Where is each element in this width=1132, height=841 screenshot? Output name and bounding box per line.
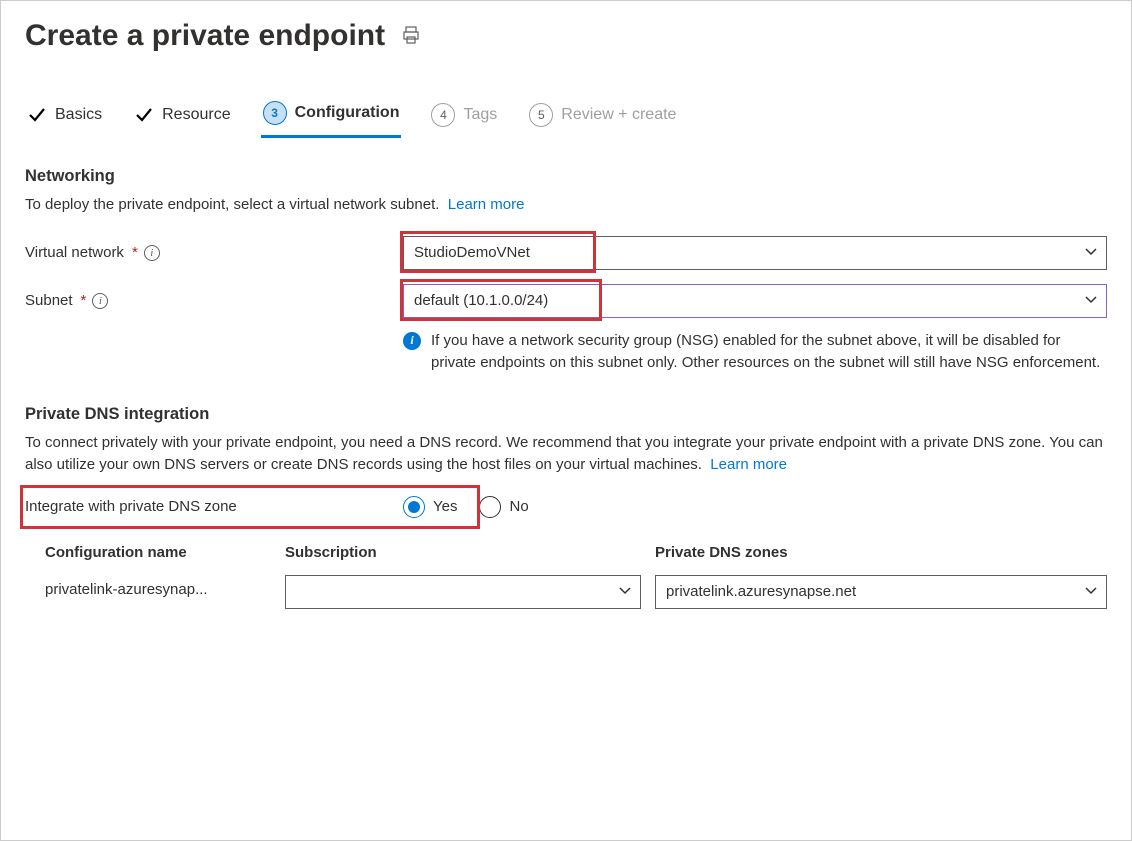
wizard-tabs: Basics Resource 3 Configuration 4 Tags 5… (25, 95, 1107, 139)
col-configuration-name: Configuration name (45, 544, 281, 575)
nsg-info-note: i If you have a network security group (… (403, 330, 1107, 374)
step-num-3: 3 (263, 101, 287, 125)
step-num-4: 4 (431, 103, 455, 127)
section-dns-title: Private DNS integration (25, 405, 1107, 424)
col-private-dns-zones: Private DNS zones (655, 544, 1107, 575)
networking-learn-more-link[interactable]: Learn more (448, 196, 525, 213)
radio-yes[interactable]: Yes (403, 496, 457, 518)
header: Create a private endpoint (25, 19, 1107, 53)
step-num-5: 5 (529, 103, 553, 127)
tab-configuration[interactable]: 3 Configuration (261, 95, 402, 138)
select-subnet[interactable]: default (10.1.0.0/24) (403, 284, 1107, 318)
section-dns-desc: To connect privately with your private e… (25, 432, 1107, 476)
dns-config-table: Configuration name Subscription Private … (25, 544, 1107, 609)
required-asterisk: * (132, 244, 138, 261)
row-nsg-note: i If you have a network security group (… (25, 324, 1107, 374)
tab-review-create[interactable]: 5 Review + create (527, 97, 678, 137)
required-asterisk: * (81, 292, 87, 309)
row-subnet: Subnet * i default (10.1.0.0/24) (25, 284, 1107, 318)
tab-resource[interactable]: Resource (132, 99, 232, 135)
tab-basics-label: Basics (55, 106, 102, 124)
print-icon[interactable] (401, 25, 421, 48)
row-virtual-network: Virtual network * i StudioDemoVNet (25, 236, 1107, 270)
label-virtual-network: Virtual network * i (25, 244, 403, 261)
select-private-dns-zone-value: privatelink.azuresynapse.net (666, 583, 856, 600)
select-private-dns-zone[interactable]: privatelink.azuresynapse.net (655, 575, 1107, 609)
select-virtual-network-value: StudioDemoVNet (414, 244, 530, 261)
tab-tags-label: Tags (463, 106, 497, 124)
row-integrate-dns: Integrate with private DNS zone Yes No (25, 496, 1107, 518)
select-subscription[interactable] (285, 575, 641, 609)
radio-yes-label: Yes (433, 498, 457, 515)
tab-resource-label: Resource (162, 106, 230, 124)
tab-basics[interactable]: Basics (25, 99, 104, 135)
tab-configuration-label: Configuration (295, 104, 400, 122)
section-networking-desc: To deploy the private endpoint, select a… (25, 194, 1107, 216)
chevron-down-icon (1084, 244, 1098, 262)
nsg-note-text: If you have a network security group (NS… (431, 330, 1107, 374)
info-icon[interactable]: i (144, 245, 160, 261)
page-title: Create a private endpoint (25, 19, 385, 53)
info-icon: i (403, 332, 421, 350)
radio-no-label: No (509, 498, 528, 515)
dns-table-row: privatelink-azuresynap... privatelink.az… (45, 575, 1107, 609)
select-virtual-network[interactable]: StudioDemoVNet (403, 236, 1107, 270)
label-integrate-dns: Integrate with private DNS zone (25, 498, 403, 515)
tab-tags[interactable]: 4 Tags (429, 97, 499, 137)
select-subnet-value: default (10.1.0.0/24) (414, 292, 548, 309)
page-root: Create a private endpoint Basics Resourc… (0, 0, 1132, 841)
dns-learn-more-link[interactable]: Learn more (710, 456, 787, 473)
tab-review-label: Review + create (561, 106, 676, 124)
info-icon[interactable]: i (92, 293, 108, 309)
section-networking-title: Networking (25, 167, 1107, 186)
chevron-down-icon (618, 583, 632, 601)
chevron-down-icon (1084, 583, 1098, 601)
chevron-down-icon (1084, 292, 1098, 310)
dns-table-header: Configuration name Subscription Private … (45, 544, 1107, 575)
label-subnet: Subnet * i (25, 292, 403, 309)
cell-configuration-name: privatelink-azuresynap... (45, 575, 281, 609)
col-subscription: Subscription (285, 544, 651, 575)
radio-no[interactable]: No (479, 496, 528, 518)
